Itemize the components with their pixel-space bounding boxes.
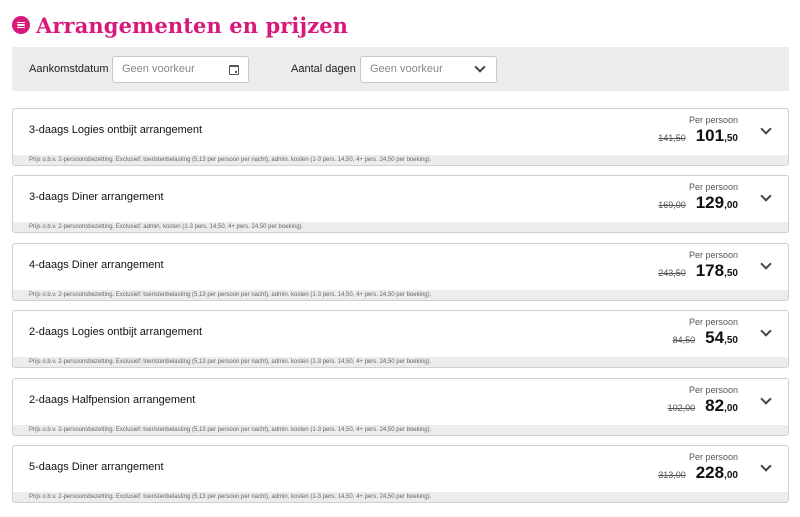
chevron-down-icon xyxy=(474,61,486,73)
expand-chevron-icon[interactable] xyxy=(760,325,772,337)
price-note: Prijs o.b.v. 2-persoonsbezetting. Exclus… xyxy=(13,155,788,165)
arrival-date-label: Aankomstdatum xyxy=(29,63,109,75)
per-person-label: Per persoon xyxy=(688,182,738,192)
price: 102,00 82 ,00 xyxy=(668,396,738,416)
per-person-label: Per persoon xyxy=(688,115,738,125)
price-amount: 82 xyxy=(705,396,725,415)
price-amount: 129 xyxy=(695,193,725,212)
per-person-label: Per persoon xyxy=(688,452,738,462)
number-of-days-label: Aantal dagen xyxy=(291,63,356,75)
price: 141,50 101 ,50 xyxy=(658,126,738,146)
package-card[interactable]: 3-daags Logies ontbijt arrangement Per p… xyxy=(12,108,789,166)
page-title: Arrangementen en prijzen xyxy=(36,12,349,38)
expand-chevron-icon[interactable] xyxy=(760,190,772,202)
price-decimals: ,00 xyxy=(724,200,738,211)
package-name: 2-daags Logies ontbijt arrangement xyxy=(29,326,203,338)
per-person-label: Per persoon xyxy=(688,250,738,260)
price-decimals: ,50 xyxy=(724,335,738,346)
old-price: 102,00 xyxy=(667,403,696,413)
number-of-days-select[interactable]: Geen voorkeur xyxy=(360,56,497,83)
arrival-date-input[interactable]: Geen voorkeur xyxy=(112,56,249,83)
package-card[interactable]: 4-daags Diner arrangement Per persoon 24… xyxy=(12,243,789,301)
price-decimals: ,50 xyxy=(724,133,738,144)
price-note: Prijs o.b.v. 2-persoonsbezetting. Exclus… xyxy=(13,492,788,502)
price-amount: 54 xyxy=(705,328,725,347)
number-of-days-value: Geen voorkeur xyxy=(370,63,443,75)
old-price: 141,50 xyxy=(658,133,686,143)
filter-bar: Aankomstdatum Geen voorkeur Aantal dagen… xyxy=(12,47,789,91)
calendar-icon[interactable] xyxy=(229,65,239,75)
per-person-label: Per persoon xyxy=(688,385,738,395)
price-decimals: ,00 xyxy=(724,403,738,414)
package-card[interactable]: 3-daags Diner arrangement Per persoon 16… xyxy=(12,175,789,233)
package-card[interactable]: 2-daags Logies ontbijt arrangement Per p… xyxy=(12,310,789,368)
expand-chevron-icon[interactable] xyxy=(760,460,772,472)
price: 313,00 228 ,00 xyxy=(658,463,738,483)
menu-icon[interactable] xyxy=(12,16,30,34)
price-amount: 228 xyxy=(695,463,725,482)
package-name: 4-daags Diner arrangement xyxy=(29,259,164,271)
price-note: Prijs o.b.v. 2-persoonsbezetting. Exclus… xyxy=(13,357,788,367)
price-amount: 101 xyxy=(695,126,725,145)
price-note: Prijs o.b.v. 2-persoonsbezetting. Exclus… xyxy=(13,290,788,300)
arrival-date-placeholder: Geen voorkeur xyxy=(122,63,195,75)
price-decimals: ,50 xyxy=(724,268,738,279)
price: 169,00 129 ,00 xyxy=(658,193,738,213)
price-note: Prijs o.b.v. 2-persoonsbezetting. Exclus… xyxy=(13,425,788,435)
price-amount: 178 xyxy=(695,261,725,280)
expand-chevron-icon[interactable] xyxy=(760,123,772,135)
expand-chevron-icon[interactable] xyxy=(760,393,772,405)
price-decimals: ,00 xyxy=(724,470,738,481)
expand-chevron-icon[interactable] xyxy=(760,258,772,270)
old-price: 169,00 xyxy=(658,200,686,210)
price: 84,50 54 ,50 xyxy=(673,328,738,348)
price-note: Prijs o.b.v. 2-persoonsbezetting. Exclus… xyxy=(13,222,788,232)
package-name: 3-daags Diner arrangement xyxy=(29,191,164,203)
old-price: 84,50 xyxy=(672,335,696,345)
page-header: Arrangementen en prijzen xyxy=(12,12,348,38)
package-card[interactable]: 5-daags Diner arrangement Per persoon 31… xyxy=(12,445,789,503)
package-name: 3-daags Logies ontbijt arrangement xyxy=(29,124,203,136)
price: 243,50 178 ,50 xyxy=(658,261,738,281)
package-card[interactable]: 2-daags Halfpension arrangement Per pers… xyxy=(12,378,789,436)
package-name: 5-daags Diner arrangement xyxy=(29,461,164,473)
old-price: 313,00 xyxy=(658,470,686,480)
per-person-label: Per persoon xyxy=(688,317,738,327)
package-name: 2-daags Halfpension arrangement xyxy=(29,394,196,406)
old-price: 243,50 xyxy=(658,268,686,278)
